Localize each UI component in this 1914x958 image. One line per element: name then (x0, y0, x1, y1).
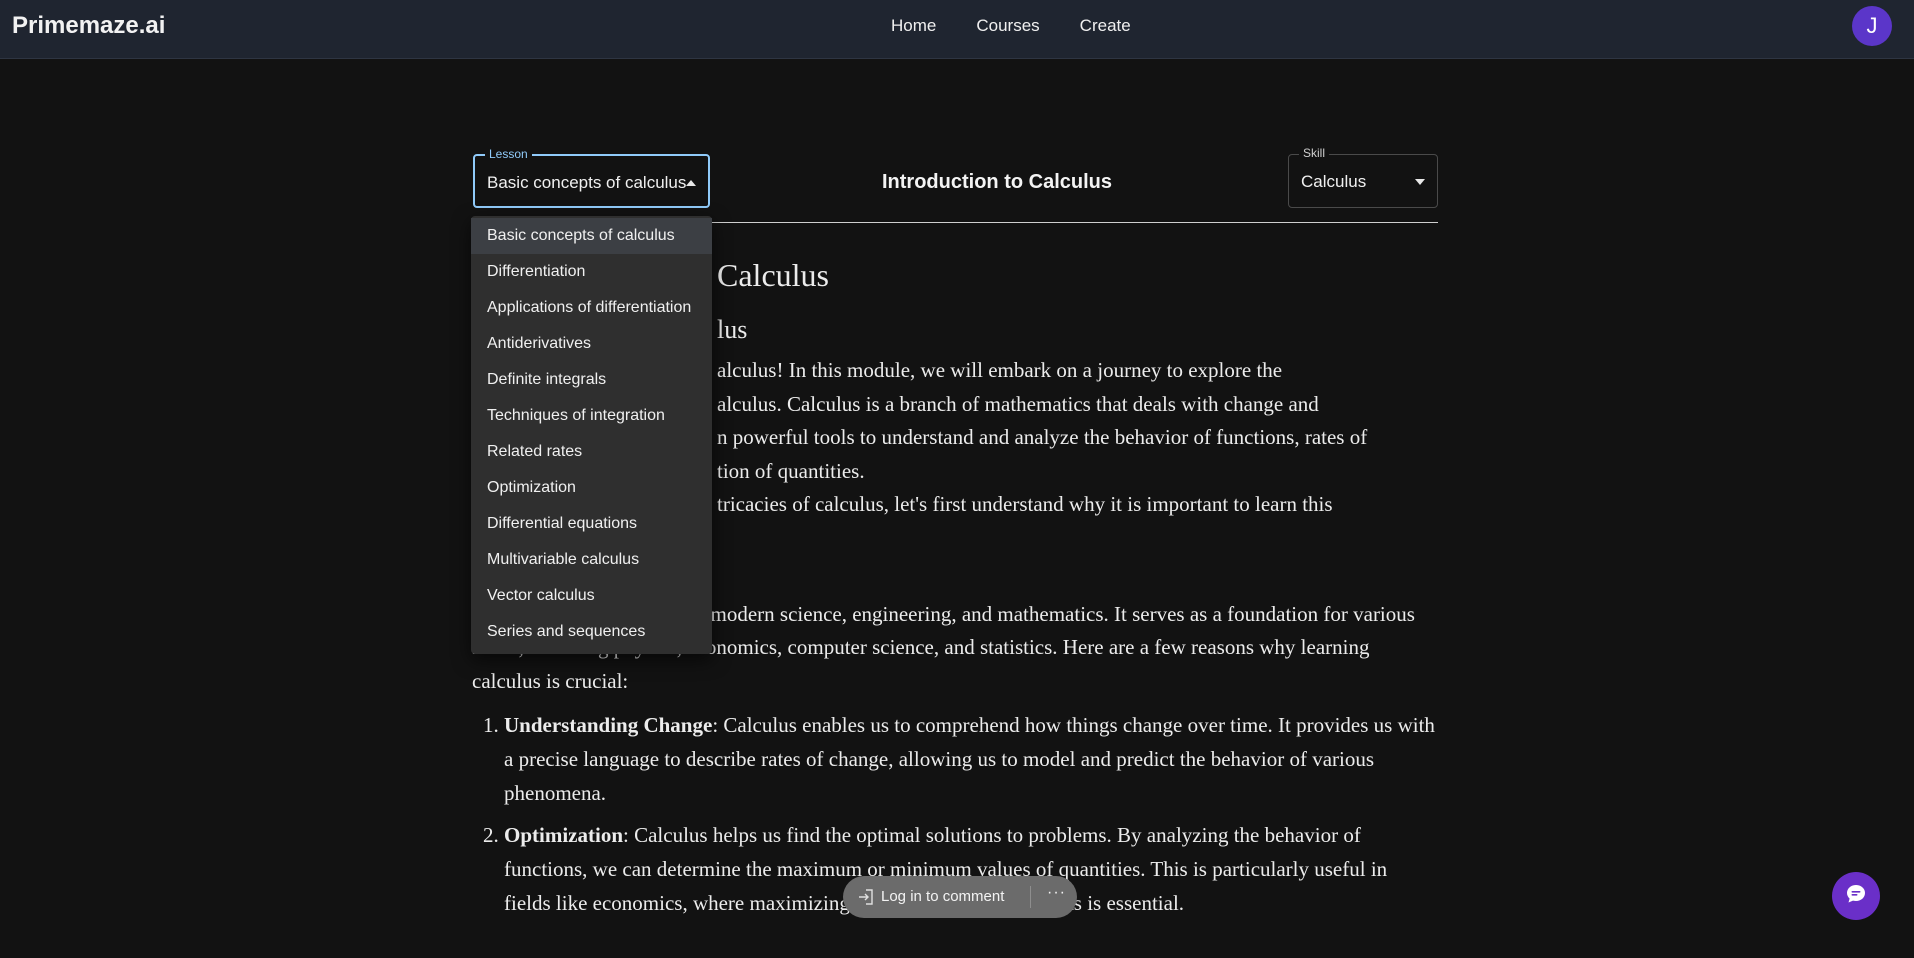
intro-line: n powerful tools to understand and analy… (717, 425, 1368, 449)
brand-logo[interactable]: Primemaze.ai (12, 12, 165, 40)
menu-item-differentiation[interactable]: Differentiation (471, 254, 712, 290)
login-arrow-icon (857, 888, 875, 910)
intro-line: tricacies of calculus, let's first under… (717, 492, 1333, 516)
lesson-select-value: Basic concepts of calculus (487, 173, 687, 192)
menu-item-basic-concepts[interactable]: Basic concepts of calculus (471, 218, 712, 254)
nav-home-link[interactable]: Home (891, 16, 936, 36)
menu-item-multivariable-calculus[interactable]: Multivariable calculus (471, 542, 712, 578)
comment-bar: Log in to comment ··· (843, 876, 1077, 918)
chat-button[interactable] (1832, 872, 1880, 920)
menu-item-techniques-of-integration[interactable]: Techniques of integration (471, 398, 712, 434)
skill-select[interactable]: Skill Calculus (1288, 146, 1438, 208)
chat-bubble-icon (1845, 883, 1867, 910)
skill-select-label: Skill (1299, 146, 1330, 160)
lesson-select[interactable]: Lesson Basic concepts of calculus (473, 147, 710, 208)
user-avatar[interactable]: J (1852, 6, 1892, 46)
list-item-term: Optimization (504, 823, 623, 847)
intro-line: tion of quantities. (717, 458, 865, 483)
list-item-term: Understanding Change (504, 713, 713, 737)
lesson-dropdown-menu: Basic concepts of calculus Differentiati… (471, 216, 712, 654)
caret-up-icon (686, 180, 696, 186)
menu-item-applications-of-differentiation[interactable]: Applications of differentiation (471, 290, 712, 326)
intro-line: alculus! In this module, we will embark … (717, 358, 1283, 382)
lesson-select-label: Lesson (485, 147, 532, 161)
main-nav: Home Courses Create (891, 16, 1131, 36)
menu-item-vector-calculus[interactable]: Vector calculus (471, 578, 712, 614)
top-navbar: Primemaze.ai Home Courses Create J (0, 0, 1914, 59)
comment-bar-separator (1030, 886, 1031, 908)
menu-item-definite-integrals[interactable]: Definite integrals (471, 362, 712, 398)
page-title: Introduction to Calculus (882, 171, 1112, 193)
more-options-icon[interactable]: ··· (1047, 884, 1066, 902)
intro-line: alculus. Calculus is a branch of mathema… (717, 391, 1319, 416)
skill-select-value: Calculus (1301, 172, 1367, 191)
menu-item-antiderivatives[interactable]: Antiderivatives (471, 326, 712, 362)
nav-courses-link[interactable]: Courses (976, 16, 1039, 36)
caret-down-icon (1415, 179, 1425, 185)
menu-item-related-rates[interactable]: Related rates (471, 434, 712, 470)
menu-item-differential-equations[interactable]: Differential equations (471, 506, 712, 542)
nav-create-link[interactable]: Create (1080, 16, 1131, 36)
list-item: Understanding Change: Calculus enables u… (504, 708, 1438, 810)
menu-item-series-and-sequences[interactable]: Series and sequences (471, 614, 712, 650)
login-to-comment-button[interactable]: Log in to comment (881, 888, 1004, 905)
menu-item-optimization[interactable]: Optimization (471, 470, 712, 506)
